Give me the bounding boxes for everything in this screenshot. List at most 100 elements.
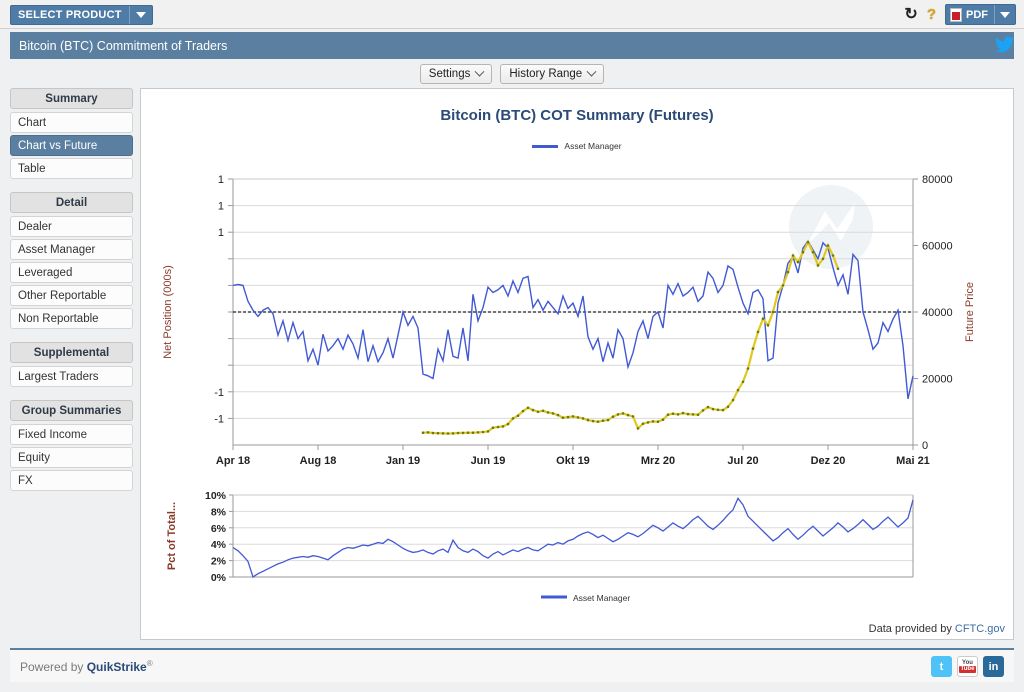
sub-plot-area: 0% 2% 4% 6% 8% 10% Pct of Total... Asset Manage… xyxy=(141,485,1013,620)
x-axis-tick-label: Aug 18 xyxy=(300,455,337,467)
sidebar-item-non-reportable[interactable]: Non Reportable xyxy=(10,308,133,329)
series-future-price-point xyxy=(606,418,610,422)
linkedin-icon[interactable]: in xyxy=(983,656,1004,677)
sub-chart-legend: Asset Manager xyxy=(541,593,630,603)
series-future-price-point xyxy=(586,418,590,422)
select-product-button[interactable]: SELECT PRODUCT xyxy=(10,5,153,25)
series-future-price-point xyxy=(716,408,720,412)
series-future-price-point xyxy=(786,270,790,274)
main-plot-area: 1 1 1 -1 -1 0 20000 40000 60000 80000 Net Position… xyxy=(141,167,1013,492)
sidebar-item-dealer[interactable]: Dealer xyxy=(10,216,133,237)
pdf-export-group[interactable]: PDF xyxy=(945,4,1016,25)
twitter-bird-icon[interactable] xyxy=(994,36,1015,56)
series-future-price-point xyxy=(536,410,540,414)
sidebar-group-header: Supplemental xyxy=(10,342,133,363)
sidebar-item-chart-vs-future[interactable]: Chart vs Future xyxy=(10,135,133,156)
youtube-icon[interactable]: You Tube xyxy=(957,656,978,677)
history-range-button[interactable]: History Range xyxy=(500,64,605,84)
select-product-label: SELECT PRODUCT xyxy=(11,6,130,24)
net-position-vs-future-price-chart[interactable]: 1 1 1 -1 -1 0 20000 40000 60000 80000 Net Position… xyxy=(141,167,1003,487)
series-future-price-point xyxy=(696,413,700,416)
footer: Powered by QuikStrike® t You Tube in xyxy=(10,648,1014,682)
y-axis-right-tick-label: 0 xyxy=(922,440,928,452)
sidebar-item-chart[interactable]: Chart xyxy=(10,112,133,133)
x-axis-tick-label: Jan 19 xyxy=(386,455,420,467)
series-future-price-point xyxy=(591,419,595,423)
series-future-price-point xyxy=(436,431,440,435)
product-title-bar: Bitcoin (BTC) Commitment of Traders xyxy=(10,32,1014,59)
series-future-price-point xyxy=(551,412,555,415)
question-mark-icon[interactable]: ? xyxy=(927,7,936,22)
sidebar-item-largest-traders[interactable]: Largest Traders xyxy=(10,366,133,387)
series-future-price-point xyxy=(831,254,835,257)
sidebar-group-spacer xyxy=(10,181,133,192)
series-future-price-point xyxy=(796,260,800,264)
series-future-price-point xyxy=(761,317,765,320)
main-content: Summary Chart Chart vs Future Table Detail De… xyxy=(10,88,1014,640)
powered-prefix: Powered by xyxy=(20,659,87,674)
series-future-price-point xyxy=(636,427,640,430)
series-future-price-point xyxy=(491,426,495,430)
series-future-price-point xyxy=(541,409,545,413)
series-future-price-point xyxy=(571,415,575,418)
sub-series-asset-manager-line xyxy=(232,497,914,579)
sidebar-item-fx[interactable]: FX xyxy=(10,470,133,491)
series-future-price-point xyxy=(521,409,525,413)
x-axis-tick-label: Jul 20 xyxy=(727,455,758,467)
series-future-price-point xyxy=(481,430,485,434)
pdf-dropdown-arrow[interactable] xyxy=(995,5,1015,24)
series-future-price-point xyxy=(661,418,665,421)
select-product-dropdown-arrow[interactable] xyxy=(130,6,152,24)
series-future-price-point xyxy=(501,425,505,428)
chart-toolbar: Settings History Range xyxy=(0,62,1024,86)
y-axis-right-tick-label: 20000 xyxy=(922,374,953,386)
refresh-icon[interactable]: ↻ xyxy=(904,6,917,23)
sidebar-item-table[interactable]: Table xyxy=(10,158,133,179)
settings-button[interactable]: Settings xyxy=(419,64,493,84)
series-future-price-point xyxy=(651,420,655,423)
series-asset-manager-line xyxy=(232,239,914,400)
series-future-price-point xyxy=(731,398,735,402)
sidebar-item-asset-manager[interactable]: Asset Manager xyxy=(10,239,133,260)
pct-of-total-chart[interactable]: 0% 2% 4% 6% 8% 10% Pct of Total... Asset Manage… xyxy=(141,485,1003,615)
series-future-price-point xyxy=(666,413,670,416)
sidebar-group-spacer xyxy=(10,389,133,400)
series-future-price-point xyxy=(721,408,725,412)
sidebar-item-fixed-income[interactable]: Fixed Income xyxy=(10,424,133,445)
series-future-price-point xyxy=(556,413,560,417)
series-future-price-point xyxy=(451,432,455,435)
sidebar-group-spacer xyxy=(10,331,133,342)
series-future-price-point xyxy=(601,419,605,422)
sub-y-axis-tick-label: 8% xyxy=(211,506,227,518)
legend-label-asset-manager: Asset Manager xyxy=(564,141,622,151)
series-future-price-point xyxy=(756,330,760,334)
sidebar-item-equity[interactable]: Equity xyxy=(10,447,133,468)
quikstrike-app: SELECT PRODUCT ↻ ? PDF Bitcoin (BTC) Com… xyxy=(0,0,1024,692)
sub-legend-label: Asset Manager xyxy=(573,593,630,603)
series-future-price-point xyxy=(806,240,810,244)
series-future-price-point xyxy=(511,417,515,420)
caret-down-icon xyxy=(135,12,146,18)
sidebar-nav: Summary Chart Chart vs Future Table Detail De… xyxy=(10,88,133,640)
series-future-price-point xyxy=(426,431,430,434)
cftc-link[interactable]: CFTC.gov xyxy=(955,623,1005,635)
series-future-price-point xyxy=(611,415,615,418)
y-axis-right-tick-label: 80000 xyxy=(922,174,953,186)
series-future-price-point xyxy=(766,324,770,327)
series-future-price-point xyxy=(681,411,685,415)
legend-swatch-asset-manager xyxy=(532,144,559,148)
twitter-icon[interactable]: t xyxy=(931,656,952,677)
series-future-price-point xyxy=(656,420,660,423)
series-future-price-point xyxy=(531,408,535,412)
series-future-price-point xyxy=(516,414,520,417)
sidebar-item-leveraged[interactable]: Leveraged xyxy=(10,262,133,283)
pdf-export-button[interactable]: PDF xyxy=(946,5,995,24)
sidebar-item-other-reportable[interactable]: Other Reportable xyxy=(10,285,133,306)
series-future-price-point xyxy=(441,432,445,435)
series-future-price-point xyxy=(726,405,730,409)
series-future-price-point xyxy=(686,412,690,416)
series-future-price-point xyxy=(646,421,650,424)
sidebar-group-header: Group Summaries xyxy=(10,400,133,421)
chart-legend: Asset Manager xyxy=(141,141,1013,151)
history-range-label: History Range xyxy=(509,68,583,80)
